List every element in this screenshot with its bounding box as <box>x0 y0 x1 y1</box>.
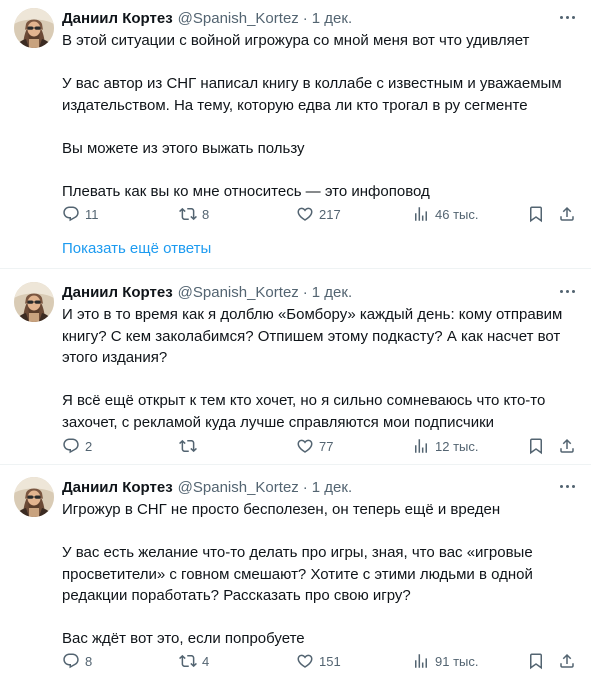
tweet-paragraph: Я всё ещё открыт к тем кто хочет, но я с… <box>62 392 546 431</box>
tweet-header: Даниил Кортез @Spanish_Kortez · 1 дек. <box>62 282 578 302</box>
like-button[interactable]: 217 <box>296 204 341 224</box>
more-icon[interactable] <box>556 280 578 302</box>
tweet-header: Даниил Кортез @Spanish_Kortez · 1 дек. <box>62 8 578 28</box>
tweet-body: Даниил Кортез @Spanish_Kortez · 1 дек. И… <box>62 477 578 650</box>
reply-icon <box>62 437 80 455</box>
avatar[interactable] <box>14 8 54 48</box>
like-icon <box>296 437 314 455</box>
like-icon <box>296 205 314 223</box>
retweet-icon <box>179 205 197 223</box>
views-count: 12 тыс. <box>435 438 479 454</box>
avatar[interactable] <box>14 282 54 322</box>
like-count: 151 <box>319 653 341 669</box>
reply-button[interactable]: 11 <box>62 204 99 224</box>
views-icon <box>412 652 430 670</box>
bookmark-button[interactable] <box>527 204 545 224</box>
bookmark-icon <box>527 437 545 455</box>
action-bar: 8 4 151 91 тыс. <box>62 651 578 671</box>
author-name[interactable]: Даниил Кортез <box>62 10 173 27</box>
avatar[interactable] <box>14 477 54 517</box>
show-more-replies-link[interactable]: Показать ещё ответы <box>62 240 211 257</box>
views-icon <box>412 437 430 455</box>
bookmark-button[interactable] <box>527 651 545 671</box>
tweet-paragraph: Вас ждёт вот это, если попробуете <box>62 630 305 647</box>
tweet-body: Даниил Кортез @Spanish_Kortez · 1 дек. И… <box>62 282 578 433</box>
reply-button[interactable]: 2 <box>62 436 92 456</box>
bookmark-button[interactable] <box>527 436 545 456</box>
retweet-button[interactable]: 4 <box>179 651 209 671</box>
retweet-button[interactable]: 8 <box>179 204 209 224</box>
author-handle[interactable]: @Spanish_Kortez <box>178 284 299 301</box>
share-icon <box>558 652 576 670</box>
tweet-paragraph: Игрожур в СНГ не просто бесполезен, он т… <box>62 501 501 518</box>
tweet-paragraph: У вас автор из СНГ написал книгу в колла… <box>62 75 562 114</box>
divider <box>0 464 591 465</box>
views-button[interactable]: 12 тыс. <box>412 436 478 456</box>
share-icon <box>558 205 576 223</box>
tweet-date[interactable]: 1 дек. <box>312 479 352 496</box>
reply-count: 8 <box>85 653 93 669</box>
tweet-paragraph: Вы можете из этого выжать пользу <box>62 139 305 157</box>
bookmark-icon <box>527 205 545 223</box>
separator-dot: · <box>302 478 308 496</box>
action-bar: 11 8 217 46 тыс. <box>62 204 578 224</box>
separator-dot: · <box>302 9 308 27</box>
tweet-body: Даниил Кортез @Spanish_Kortez · 1 дек. В… <box>62 8 578 202</box>
action-bar: 2 77 12 тыс. <box>62 436 578 456</box>
author-name[interactable]: Даниил Кортез <box>62 284 173 301</box>
retweet-icon <box>179 652 197 670</box>
share-button[interactable] <box>558 436 576 456</box>
share-button[interactable] <box>558 204 576 224</box>
author-handle[interactable]: @Spanish_Kortez <box>178 479 299 496</box>
author-handle[interactable]: @Spanish_Kortez <box>178 10 299 27</box>
like-icon <box>296 652 314 670</box>
retweet-count: 8 <box>202 206 210 222</box>
more-icon[interactable] <box>556 6 578 28</box>
tweet-header: Даниил Кортез @Spanish_Kortez · 1 дек. <box>62 477 578 497</box>
views-button[interactable]: 91 тыс. <box>412 651 478 671</box>
tweet-date[interactable]: 1 дек. <box>312 10 352 27</box>
bookmark-icon <box>527 652 545 670</box>
author-name[interactable]: Даниил Кортез <box>62 479 173 496</box>
views-button[interactable]: 46 тыс. <box>412 204 478 224</box>
retweet-icon <box>179 437 197 455</box>
more-icon[interactable] <box>556 475 578 497</box>
like-button[interactable]: 77 <box>296 436 333 456</box>
views-count: 46 тыс. <box>435 206 479 222</box>
retweet-button[interactable] <box>179 436 202 456</box>
tweet-date[interactable]: 1 дек. <box>312 284 352 301</box>
reply-button[interactable]: 8 <box>62 651 92 671</box>
retweet-count: 4 <box>202 653 210 669</box>
views-icon <box>412 205 430 223</box>
like-count: 217 <box>319 206 341 222</box>
separator-dot: · <box>302 283 308 301</box>
reply-count: 2 <box>85 438 93 454</box>
tweet-paragraph: И это в то время как я долблю «Бомбору» … <box>62 306 563 366</box>
reply-icon <box>62 205 80 223</box>
tweet-text: Игрожур в СНГ не просто бесполезен, он т… <box>62 499 578 650</box>
reply-count: 11 <box>85 206 99 222</box>
views-count: 91 тыс. <box>435 653 479 669</box>
tweet-text: В этой ситуации с войной игрожура со мно… <box>62 30 578 202</box>
like-button[interactable]: 151 <box>296 651 341 671</box>
tweet-text: И это в то время как я долблю «Бомбору» … <box>62 304 578 433</box>
reply-icon <box>62 652 80 670</box>
share-button[interactable] <box>558 651 576 671</box>
divider <box>0 268 591 269</box>
like-count: 77 <box>319 438 334 454</box>
tweet-paragraph: В этой ситуации с войной игрожура со мно… <box>62 32 530 49</box>
tweet-paragraph: У вас есть желание что-то делать про игр… <box>62 544 533 604</box>
tweet-paragraph: Плевать как вы ко мне относитесь — это и… <box>62 182 430 200</box>
share-icon <box>558 437 576 455</box>
